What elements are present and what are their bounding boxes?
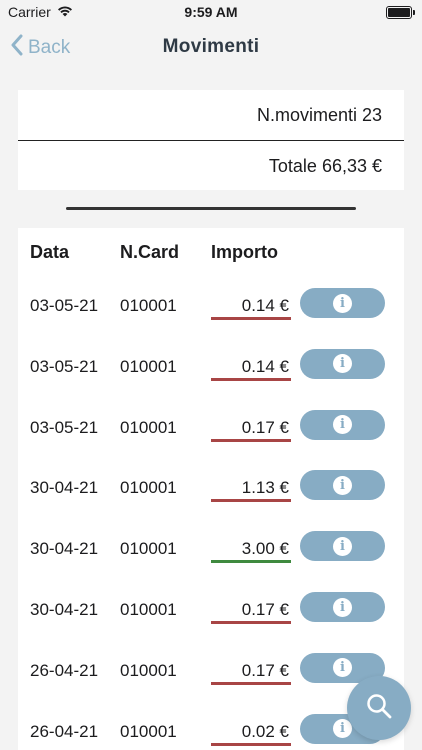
info-button[interactable]: i <box>300 592 385 622</box>
info-icon: i <box>333 719 352 739</box>
header-data: Data <box>30 242 70 262</box>
table-row: 03-05-21 010001 0.14 € i <box>18 347 404 387</box>
row-amount: 3.00 € <box>241 539 289 559</box>
table-row: 30-04-21 010001 0.17 € i <box>18 590 404 630</box>
row-date: 26-04-21 <box>30 721 99 741</box>
info-icon: i <box>333 354 352 374</box>
amount-underline <box>211 499 291 503</box>
info-button[interactable]: i <box>300 288 385 318</box>
row-card: 010001 <box>120 721 177 741</box>
amount-underline <box>211 621 291 624</box>
battery-icon <box>386 5 415 19</box>
table-row: 26-04-21 010001 0.02 € i <box>18 712 404 750</box>
row-card: 010001 <box>120 478 177 498</box>
nav-bar: Back Movimenti <box>0 26 422 70</box>
row-date: 26-04-21 <box>30 660 99 680</box>
amount-underline <box>211 377 291 381</box>
row-card: 010001 <box>120 296 177 315</box>
info-button[interactable]: i <box>300 348 385 379</box>
row-date: 30-04-21 <box>30 478 99 498</box>
search-icon <box>365 692 393 725</box>
wifi-icon <box>57 4 73 20</box>
info-button[interactable]: i <box>300 409 385 440</box>
amount-underline <box>211 742 291 746</box>
amount-underline <box>211 438 291 442</box>
search-button[interactable] <box>347 676 411 740</box>
row-amount: 1.13 € <box>241 478 289 498</box>
row-card: 010001 <box>120 600 177 619</box>
row-amount: 0.14 € <box>241 296 289 315</box>
amount-underline <box>211 681 291 685</box>
row-card: 010001 <box>120 417 177 437</box>
row-card: 010001 <box>120 539 177 559</box>
status-left: Carrier <box>8 4 73 20</box>
row-card: 010001 <box>120 356 177 376</box>
row-date: 30-04-21 <box>30 600 99 619</box>
table-row: 30-04-21 010001 3.00 € i <box>18 529 404 569</box>
header-importo: Importo <box>211 242 278 262</box>
header-card: N.Card <box>120 242 180 262</box>
info-icon: i <box>333 658 352 678</box>
table-row: 26-04-21 010001 0.17 € i <box>18 651 404 691</box>
movements-table: Data N.Card Importo 03-05-21 010001 0.14 €… <box>18 228 404 750</box>
row-card: 010001 <box>120 660 177 680</box>
table-row: 30-04-21 010001 1.13 € i <box>18 468 404 508</box>
amount-underline <box>211 317 291 320</box>
info-button[interactable]: i <box>300 470 385 501</box>
info-icon: i <box>333 475 352 495</box>
info-icon: i <box>333 415 352 435</box>
row-amount: 0.14 € <box>241 356 289 376</box>
section-divider <box>66 207 356 210</box>
status-bar: Carrier 9:59 AM <box>0 0 422 24</box>
info-icon: i <box>333 293 352 313</box>
row-date: 03-05-21 <box>30 356 99 376</box>
table-row: 03-05-21 010001 0.17 € i <box>18 408 404 448</box>
row-date: 03-05-21 <box>30 296 99 315</box>
info-icon: i <box>333 536 352 556</box>
row-amount: 0.17 € <box>241 600 289 619</box>
row-date: 03-05-21 <box>30 417 99 437</box>
summary-card: N.movimenti 23 Totale 66,33 € <box>18 90 404 190</box>
table-header: Data N.Card Importo <box>18 242 404 266</box>
carrier-label: Carrier <box>8 4 51 20</box>
table-row: 03-05-21 010001 0.14 € i <box>18 286 404 326</box>
row-amount: 0.17 € <box>241 417 289 437</box>
row-amount: 0.02 € <box>241 721 289 741</box>
row-amount: 0.17 € <box>241 660 289 680</box>
page-title: Movimenti <box>162 36 260 57</box>
movement-total: Totale 66,33 € <box>268 155 382 176</box>
amount-underline <box>211 560 291 564</box>
row-date: 30-04-21 <box>30 539 99 559</box>
movement-count: N.movimenti 23 <box>256 104 382 125</box>
info-icon: i <box>333 597 352 617</box>
info-button[interactable]: i <box>300 531 385 562</box>
